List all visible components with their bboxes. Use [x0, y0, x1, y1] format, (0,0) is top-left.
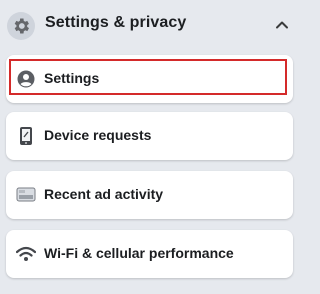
wifi-cellular-item[interactable]: Wi-Fi & cellular performance [6, 230, 293, 278]
chevron-up-icon[interactable] [274, 17, 290, 33]
wifi-icon [16, 244, 36, 264]
recent-ad-activity-label: Recent ad activity [44, 186, 164, 202]
settings-privacy-header[interactable]: Settings & privacy [0, 0, 300, 52]
device-requests-label: Device requests [44, 127, 152, 143]
recent-ad-activity-item[interactable]: Recent ad activity [6, 171, 293, 219]
wifi-cellular-label: Wi-Fi & cellular performance [44, 245, 234, 261]
device-requests-item[interactable]: Device requests [6, 112, 293, 160]
phone-icon [16, 126, 36, 146]
gear-icon [7, 12, 35, 40]
settings-label: Settings [44, 70, 100, 86]
section-title: Settings & privacy [45, 14, 187, 31]
person-circle-icon [16, 69, 36, 89]
ad-activity-icon [16, 185, 36, 205]
settings-item[interactable]: Settings [6, 55, 293, 103]
